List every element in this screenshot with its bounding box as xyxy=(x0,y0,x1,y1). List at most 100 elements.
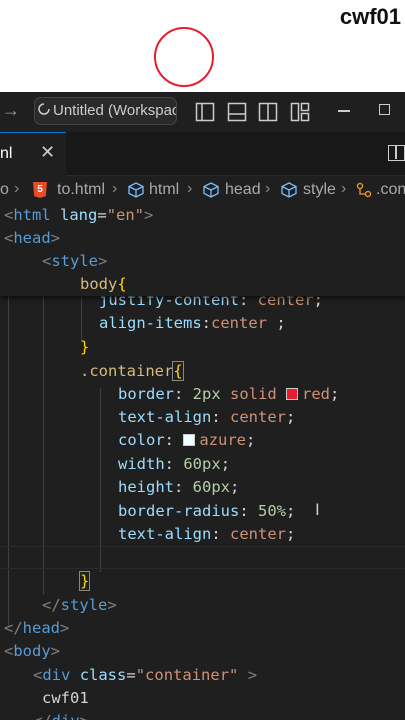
code-line: } xyxy=(80,336,89,359)
code-editor[interactable]: <html lang="en"> <head> <style> body{ ju… xyxy=(0,204,405,720)
code-line: text-align: center; xyxy=(118,523,295,546)
chevron-right-icon: › xyxy=(187,180,193,197)
code-token: center xyxy=(220,408,286,426)
breadcrumb: o › 5 to.html › html › head › style › .c… xyxy=(0,176,405,204)
code-token: : xyxy=(211,525,221,543)
code-token: : xyxy=(201,314,211,332)
close-icon[interactable]: ✕ xyxy=(40,142,55,163)
code-token: align-items xyxy=(99,314,202,332)
code-token: "container" xyxy=(135,666,239,684)
breadcrumb-item-file[interactable]: to.html xyxy=(57,181,105,199)
code-token: style xyxy=(60,596,108,614)
code-token: < xyxy=(33,666,43,684)
symbol-element-icon xyxy=(281,182,297,198)
code-token: lang xyxy=(60,206,98,224)
chevron-right-icon: › xyxy=(14,180,20,197)
split-editor-icon[interactable] xyxy=(388,145,405,161)
maximize-icon[interactable] xyxy=(379,104,390,115)
breadcrumb-item[interactable]: o xyxy=(0,181,9,199)
command-center-search[interactable]: Untitled (Workspace) xyxy=(34,97,177,125)
breadcrumb-item-selector[interactable]: .con xyxy=(376,181,405,199)
tab-bar: nl ✕ xyxy=(0,132,405,176)
loading-icon xyxy=(38,103,50,115)
code-token: : xyxy=(174,385,184,403)
code-token: class xyxy=(79,666,127,684)
code-token: body xyxy=(80,275,118,293)
code-token: > xyxy=(107,596,117,614)
code-token: 60px xyxy=(183,478,231,496)
code-token: azure xyxy=(199,431,247,449)
tab-editor-file[interactable]: nl ✕ xyxy=(0,132,66,176)
code-token: style xyxy=(51,252,99,270)
code-token: ; xyxy=(267,314,286,332)
code-token: red xyxy=(302,385,330,403)
tab-label: nl xyxy=(0,145,13,162)
code-line: border-radius: 50%; xyxy=(118,500,295,523)
code-token: ; xyxy=(330,385,340,403)
breadcrumb-item-html[interactable]: html xyxy=(149,181,179,199)
code-token: border-radius xyxy=(118,502,240,520)
code-token: > xyxy=(80,712,89,720)
toggle-panel-icon[interactable] xyxy=(227,102,247,122)
code-line: .container{ xyxy=(80,360,184,383)
code-line: width: 60px; xyxy=(118,453,230,476)
toggle-secondary-sidebar-icon[interactable] xyxy=(258,102,278,122)
code-line: <body> xyxy=(4,640,60,663)
code-token: solid xyxy=(220,385,286,403)
code-token: 60px xyxy=(174,455,221,473)
preview-text: cwf01 xyxy=(339,4,401,29)
code-token: > xyxy=(144,206,154,224)
code-token: div xyxy=(52,712,80,720)
code-token: height xyxy=(118,478,174,496)
code-token: border xyxy=(118,385,174,403)
symbol-element-icon xyxy=(203,182,219,198)
customize-layout-icon[interactable] xyxy=(290,102,310,122)
sticky-scroll[interactable]: <html lang="en"> <head> <style> body{ xyxy=(0,204,405,296)
code-token: center xyxy=(220,525,286,543)
chevron-right-icon: › xyxy=(341,180,347,197)
code-token: 2px xyxy=(183,385,221,403)
code-token: > xyxy=(50,642,61,660)
code-token: cwf01 xyxy=(42,689,89,707)
minimize-icon[interactable] xyxy=(338,110,350,112)
code-token: ; xyxy=(230,478,240,496)
workspace-label: Untitled (Workspace) xyxy=(53,102,176,119)
code-line: height: 60px; xyxy=(118,476,239,499)
code-token: </ xyxy=(42,596,61,614)
code-token: "en" xyxy=(106,206,145,224)
code-line: </style> xyxy=(42,594,117,617)
code-token: ; xyxy=(246,431,256,449)
code-line: </div> xyxy=(33,710,89,720)
indent-guide xyxy=(100,388,101,572)
code-token: : xyxy=(174,478,184,496)
code-token: ; xyxy=(286,502,296,520)
breadcrumb-item-head[interactable]: head xyxy=(225,181,261,199)
code-line: cwf01 xyxy=(42,687,89,710)
code-token: 50% xyxy=(248,502,286,520)
code-token: center xyxy=(211,314,267,332)
code-token: </ xyxy=(4,619,23,637)
code-token: = xyxy=(97,206,107,224)
code-line: align-items:center ; xyxy=(99,312,286,335)
html5-icon: 5 xyxy=(33,182,47,198)
code-token: : xyxy=(164,431,175,449)
code-token: < xyxy=(4,642,14,660)
breadcrumb-item-style[interactable]: style xyxy=(303,181,336,199)
indent-guide xyxy=(8,296,9,626)
code-line: } xyxy=(78,570,91,593)
code-token: < xyxy=(4,229,14,247)
code-token: = xyxy=(126,666,136,684)
code-token: > xyxy=(50,229,61,247)
color-swatch-azure[interactable] xyxy=(183,434,196,446)
code-token: { xyxy=(172,361,184,381)
code-token: head xyxy=(22,619,60,637)
current-line-highlight xyxy=(0,546,405,569)
code-token: > xyxy=(238,666,258,684)
code-line: text-align: center; xyxy=(118,406,295,429)
forward-arrow-icon[interactable]: → xyxy=(2,100,20,121)
toggle-primary-sidebar-icon[interactable] xyxy=(195,102,215,122)
text-cursor-icon: I xyxy=(315,500,320,519)
color-swatch-red[interactable] xyxy=(286,388,298,400)
code-token: } xyxy=(78,571,91,591)
code-line: <head> xyxy=(4,227,60,250)
